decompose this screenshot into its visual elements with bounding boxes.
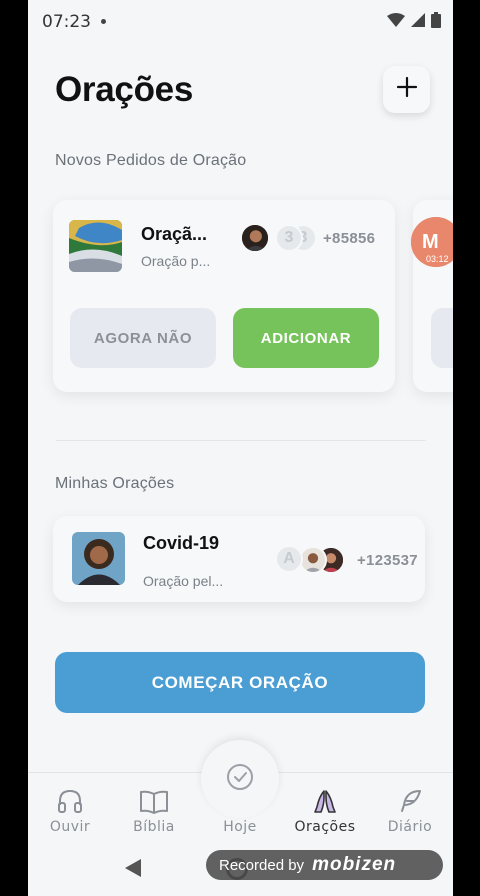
- participant-count: +123537: [357, 552, 418, 569]
- back-icon[interactable]: [124, 858, 142, 883]
- screen-recorder-badge: Recorded by mobizen: [206, 850, 443, 880]
- praying-hands-icon: [285, 781, 365, 815]
- prayer-title: Oraçã...: [141, 224, 208, 244]
- notification-dot-icon: [101, 19, 106, 24]
- add-prayer-button[interactable]: [383, 66, 430, 113]
- wifi-icon: [387, 13, 405, 27]
- battery-icon: [431, 12, 441, 28]
- recorder-text: Recorded by: [219, 856, 305, 874]
- page-title: Orações: [55, 70, 193, 109]
- status-bar: 07:23: [28, 0, 453, 42]
- recorder-brand: mobizen: [312, 854, 397, 875]
- nav-item-diario[interactable]: Diário: [370, 781, 450, 835]
- prayer-request-card[interactable]: Oraçã... Oração p... 3 3 +85856 AGORA NÃ…: [53, 200, 395, 392]
- add-button[interactable]: ADICIONAR: [233, 308, 379, 368]
- feather-icon: [370, 781, 450, 815]
- app-screen: 07:23 Orações Novos Pedidos de Oração Or…: [28, 0, 453, 896]
- plus-icon: [396, 76, 418, 103]
- decline-button-next[interactable]: [431, 308, 453, 368]
- status-time: 07:23: [42, 12, 91, 32]
- nav-item-biblia[interactable]: Bíblia: [114, 781, 194, 835]
- participant-avatar: [240, 223, 270, 253]
- prayer-subtitle: Oração pel...: [143, 573, 224, 589]
- nav-label: Ouvir: [49, 819, 91, 835]
- status-icons: [387, 12, 441, 28]
- nav-label: Bíblia: [133, 819, 175, 835]
- divider: [56, 440, 426, 441]
- participant-avatar: 3: [275, 224, 303, 252]
- section-new-requests: Novos Pedidos de Oração: [55, 152, 247, 169]
- svg-text:M: M: [422, 231, 439, 253]
- book-icon: [114, 781, 194, 815]
- nav-label: Orações: [294, 819, 356, 835]
- signal-icon: [411, 13, 425, 27]
- participant-avatar: A: [275, 545, 303, 573]
- prayer-thumbnail: [69, 220, 122, 272]
- today-button[interactable]: [201, 740, 279, 818]
- nav-label: Hoje: [223, 819, 257, 835]
- participant-avatar: [299, 546, 327, 574]
- prayer-title: Covid-19: [143, 533, 220, 553]
- decline-button[interactable]: AGORA NÃO: [70, 308, 216, 368]
- prayer-subtitle: Oração p...: [141, 253, 211, 269]
- headphones-icon: [30, 781, 110, 815]
- nav-item-oracoes[interactable]: Orações: [285, 781, 365, 835]
- check-circle-icon: [225, 762, 255, 797]
- my-prayer-card[interactable]: Covid-19 Oração pel... A +123537: [53, 516, 425, 602]
- section-my-prayers: Minhas Orações: [55, 475, 175, 492]
- nav-label: Diário: [387, 819, 433, 835]
- start-prayer-button[interactable]: COMEÇAR ORAÇÃO: [55, 652, 425, 713]
- video-duration: 03:12: [426, 254, 449, 264]
- nav-item-ouvir[interactable]: Ouvir: [30, 781, 110, 835]
- participant-count: +85856: [323, 230, 376, 247]
- prayer-thumbnail: [72, 532, 125, 585]
